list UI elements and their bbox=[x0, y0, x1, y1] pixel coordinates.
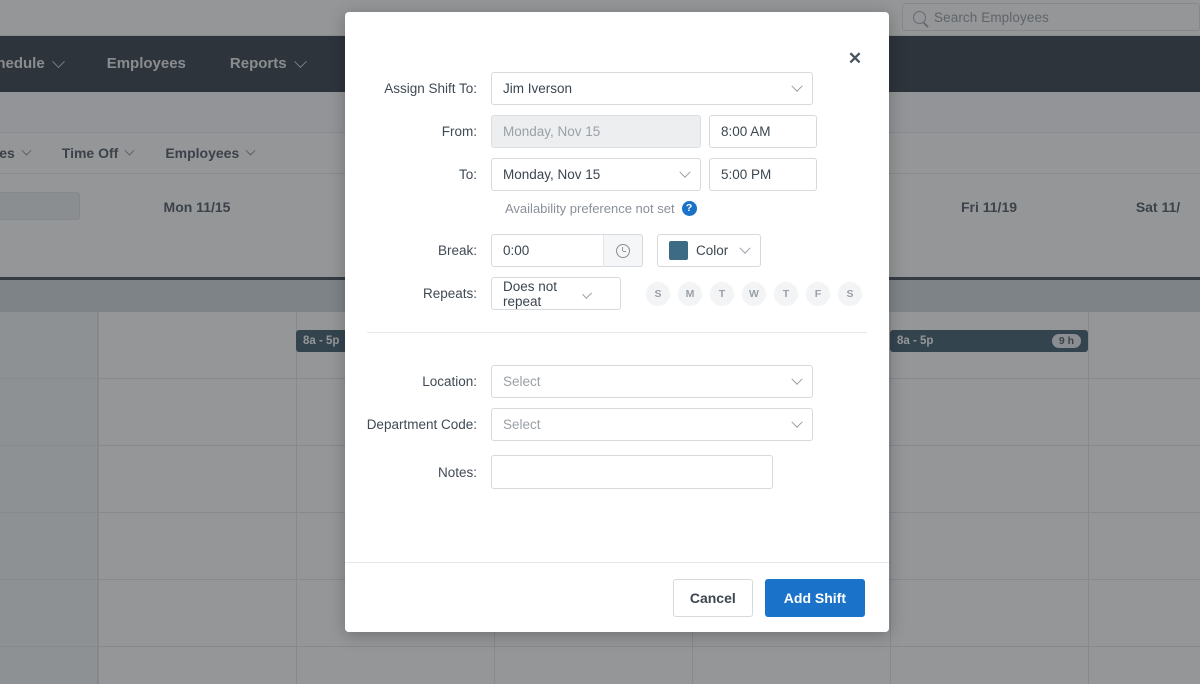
repeats-label: Repeats: bbox=[422, 286, 477, 301]
field-row-from: From: Monday, Nov 15 8:00 AM bbox=[345, 115, 889, 148]
app-root: Search Employees Schedule Employees Repo… bbox=[0, 0, 1200, 684]
repeats-select[interactable]: Does not repeat bbox=[491, 277, 621, 310]
dialog-footer: Cancel Add Shift bbox=[345, 562, 889, 632]
notes-label: Notes: bbox=[437, 464, 477, 480]
from-time-input[interactable]: 8:00 AM bbox=[709, 115, 817, 148]
day-toggle-sat[interactable]: S bbox=[838, 281, 862, 306]
repeats-value: Does not repeat bbox=[503, 278, 558, 309]
location-label: Location: bbox=[422, 374, 477, 389]
break-label: Break: bbox=[437, 243, 477, 258]
assign-shift-to-label: Assign Shift To: bbox=[384, 81, 477, 96]
assign-shift-to-select[interactable]: Jim Iverson bbox=[491, 72, 813, 105]
color-label: Color bbox=[696, 243, 729, 258]
clock-icon bbox=[616, 243, 630, 258]
to-time-value: 5:00 PM bbox=[721, 167, 772, 182]
location-select[interactable]: Select bbox=[491, 365, 813, 398]
field-row-notes: Notes: bbox=[345, 455, 889, 489]
repeat-days-of-week: S M T W T F S bbox=[646, 281, 862, 306]
break-input[interactable]: 0:00 bbox=[491, 234, 603, 267]
day-toggle-thu[interactable]: T bbox=[774, 281, 798, 306]
day-toggle-wed[interactable]: W bbox=[742, 281, 766, 306]
from-label: From: bbox=[441, 124, 477, 139]
break-value: 0:00 bbox=[503, 243, 530, 258]
assign-shift-to-value: Jim Iverson bbox=[503, 81, 573, 96]
field-row-break: Break: 0:00 Color bbox=[345, 234, 889, 267]
field-row-department-code: Department Code: Select bbox=[345, 408, 889, 441]
day-toggle-mon[interactable]: M bbox=[678, 281, 702, 306]
availability-preference-note: Availability preference not set ? bbox=[505, 201, 889, 216]
chevron-down-icon bbox=[581, 288, 592, 299]
color-swatch bbox=[669, 241, 688, 260]
to-time-input[interactable]: 5:00 PM bbox=[709, 158, 817, 191]
department-code-label: Department Code: bbox=[366, 417, 477, 432]
from-date-value: Monday, Nov 15 bbox=[503, 124, 601, 139]
chevron-down-icon bbox=[679, 166, 691, 178]
to-date-select[interactable]: Monday, Nov 15 bbox=[491, 158, 701, 191]
field-row-location: Location: Select bbox=[345, 365, 889, 398]
to-label: To: bbox=[458, 167, 477, 182]
from-time-value: 8:00 AM bbox=[721, 124, 771, 139]
field-row-repeats: Repeats: Does not repeat S M T W T F S bbox=[345, 277, 889, 310]
location-value: Select bbox=[503, 374, 541, 389]
day-toggle-sun[interactable]: S bbox=[646, 281, 670, 306]
color-select[interactable]: Color bbox=[657, 234, 761, 267]
break-time-picker-button[interactable] bbox=[603, 234, 643, 267]
availability-note-text: Availability preference not set bbox=[505, 201, 675, 216]
add-shift-button[interactable]: Add Shift bbox=[764, 578, 865, 617]
to-date-value: Monday, Nov 15 bbox=[503, 167, 601, 182]
chevron-down-icon bbox=[739, 242, 751, 254]
chevron-down-icon bbox=[791, 373, 803, 385]
add-shift-form: Assign Shift To: Jim Iverson From: Monda… bbox=[345, 72, 889, 499]
chevron-down-icon bbox=[791, 416, 803, 428]
notes-input[interactable] bbox=[491, 455, 773, 489]
add-shift-form-section-2: Location: Select Department Code: Select bbox=[345, 333, 889, 489]
field-row-to: To: Monday, Nov 15 5:00 PM bbox=[345, 158, 889, 191]
from-date-field: Monday, Nov 15 bbox=[491, 115, 701, 148]
day-toggle-tue[interactable]: T bbox=[710, 281, 734, 306]
field-row-assign-shift-to: Assign Shift To: Jim Iverson bbox=[345, 72, 889, 105]
department-code-value: Select bbox=[503, 417, 541, 432]
help-icon[interactable]: ? bbox=[681, 201, 697, 216]
cancel-button[interactable]: Cancel bbox=[672, 578, 753, 617]
close-icon[interactable]: ✕ bbox=[841, 44, 869, 72]
add-shift-dialog: ✕ Assign Shift To: Jim Iverson From: Mon… bbox=[345, 12, 889, 632]
department-code-select[interactable]: Select bbox=[491, 408, 813, 441]
day-toggle-fri[interactable]: F bbox=[806, 281, 830, 306]
chevron-down-icon bbox=[791, 80, 803, 92]
